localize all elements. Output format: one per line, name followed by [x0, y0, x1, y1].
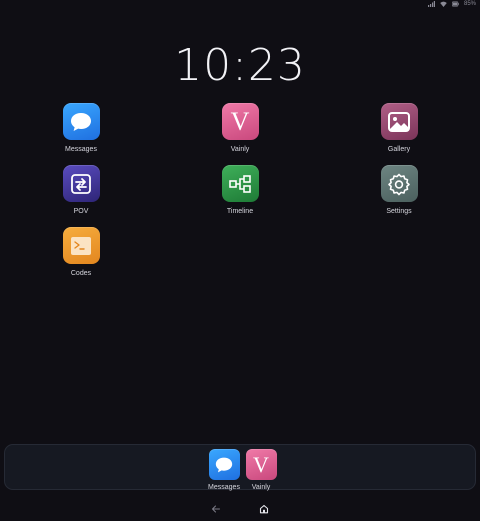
- gear-icon: [380, 165, 418, 202]
- image-icon: [380, 103, 418, 140]
- navigation-bar: [0, 500, 480, 518]
- app-vainly[interactable]: V Vainly: [200, 103, 280, 153]
- dock: Messages V Vainly: [4, 444, 476, 491]
- app-label: POV: [73, 208, 89, 215]
- back-arrow-icon: [212, 505, 220, 513]
- app-label: Messages: [65, 146, 97, 153]
- chat-bubble-icon: [62, 103, 100, 140]
- app-label: Codes: [70, 270, 92, 277]
- app-label: Vainly: [230, 146, 250, 153]
- back-button[interactable]: [209, 502, 223, 516]
- letter-v-icon: V: [245, 449, 277, 480]
- app-timeline[interactable]: Timeline: [200, 165, 280, 215]
- home-icon: [259, 504, 269, 514]
- app-gallery[interactable]: Gallery: [359, 103, 439, 153]
- swap-arrows-icon: [62, 165, 100, 202]
- letter-v-icon: V: [221, 103, 259, 140]
- app-label: Vainly: [251, 484, 271, 491]
- app-messages[interactable]: Messages: [41, 103, 121, 153]
- app-label: Timeline: [226, 208, 254, 215]
- flow-diagram-icon: [221, 165, 259, 202]
- chat-bubble-icon: [208, 449, 240, 480]
- app-pov[interactable]: POV: [41, 165, 121, 215]
- app-grid: Messages V Vainly Gallery POV Timeline S…: [0, 0, 480, 521]
- terminal-icon: [62, 227, 100, 264]
- dock-app-vainly[interactable]: V Vainly: [236, 449, 286, 491]
- app-label: Settings: [386, 208, 412, 215]
- app-label: Gallery: [387, 146, 411, 153]
- app-codes[interactable]: Codes: [41, 227, 121, 277]
- app-settings[interactable]: Settings: [359, 165, 439, 215]
- home-button[interactable]: [257, 502, 271, 516]
